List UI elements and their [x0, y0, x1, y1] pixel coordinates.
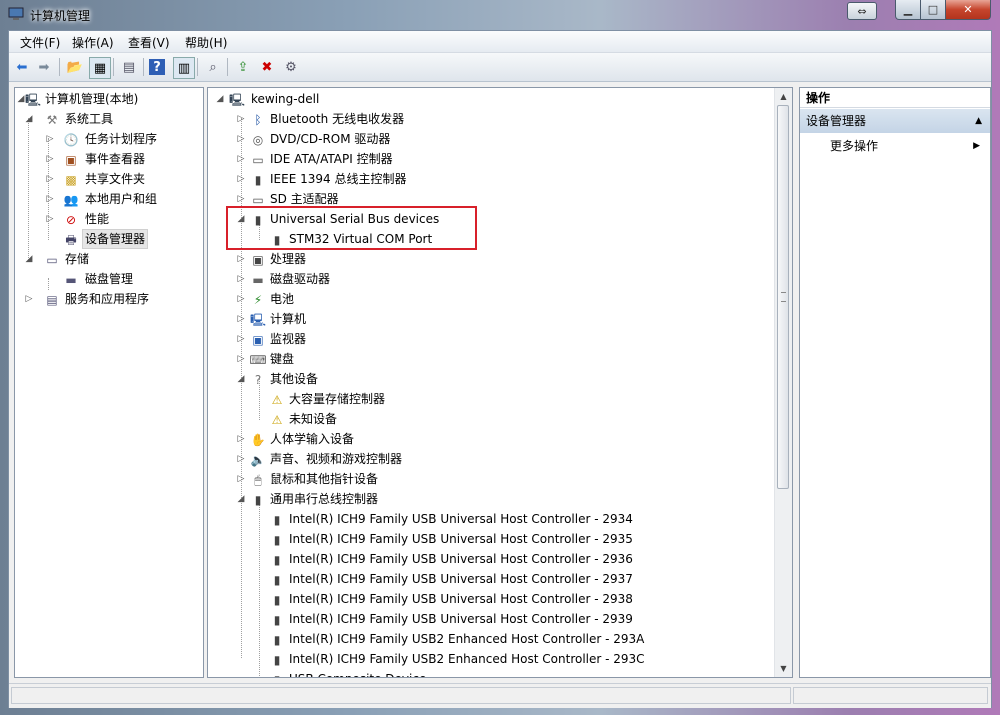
bluetooth-icon: ᛒ: [254, 112, 262, 127]
warning-device-icon: ⚠: [271, 392, 283, 407]
usb-plug-icon: ▮: [254, 172, 262, 187]
shared-folder-icon: ▩: [65, 172, 77, 187]
battery-icon: ⚡: [253, 292, 263, 307]
show-action-pane-icon[interactable]: ▥: [173, 57, 195, 79]
computer-management-window: 计算机管理 ⇔ ▁ □ ✕ 文件(F) 操作(A) 查看(V) 帮助(H) ⬅ …: [0, 0, 1000, 715]
device-manager-icon: 🖶: [65, 232, 77, 247]
console-tree: ◢ 🖳 计算机管理(本地) ◢ ⚒ 系统工具 ▷ 🕓 任务计划程序 ▷ ▣ 事件…: [14, 87, 204, 678]
status-cell: [11, 687, 791, 704]
scan-hardware-icon[interactable]: ⌕: [203, 57, 223, 77]
event-viewer-icon: ▣: [65, 152, 77, 167]
scroll-down-icon[interactable]: ▼: [775, 660, 792, 677]
submenu-arrow-icon: ▶: [973, 141, 980, 151]
more-actions-label: 更多操作: [830, 139, 879, 153]
actions-section-device-manager[interactable]: 设备管理器 ▲: [800, 109, 990, 133]
device-tree-pane: ◢ 🖳 kewing-dell ▷ ᛒ Bluetooth 无线电收发器 ▷ ◎ DVD…: [207, 87, 793, 678]
services-icon: ▤: [46, 292, 58, 307]
uninstall-device-icon[interactable]: ✖: [257, 57, 277, 77]
collapse-up-icon[interactable]: ▲: [975, 109, 982, 133]
usb-plug-icon: ▮: [269, 672, 285, 678]
performance-icon: ⊘: [65, 212, 77, 227]
keyboard-icon: ⌨: [249, 352, 267, 367]
usb-plug-icon: ▮: [273, 512, 281, 527]
speaker-icon: 🔈: [250, 452, 266, 467]
toolbar: ⬅ ➡ 📂 ▦ ▤ ? ▥ ⌕ ⇪ ✖ ⚙: [9, 53, 991, 82]
maximize-button[interactable]: □: [920, 0, 946, 20]
ide-controller-icon: ▭: [252, 152, 264, 167]
menu-file[interactable]: 文件(F): [20, 34, 60, 51]
menu-action[interactable]: 操作(A): [72, 34, 114, 51]
sd-adapter-icon: ▭: [252, 192, 264, 207]
tools-icon: ⚒: [46, 112, 58, 127]
computer-icon: 🖳: [229, 92, 246, 107]
app-icon: [8, 7, 24, 20]
usb-plug-icon: ▮: [273, 572, 281, 587]
status-bar: [9, 683, 991, 708]
actions-section-label: 设备管理器: [806, 114, 867, 128]
scroll-thumb[interactable]: [777, 105, 789, 489]
warning-device-icon: ⚠: [271, 412, 283, 427]
status-cell: [793, 687, 988, 704]
restore-size-button[interactable]: ⇔: [847, 2, 877, 20]
menu-bar: 文件(F) 操作(A) 查看(V) 帮助(H): [9, 31, 991, 53]
usb-plug-icon: ▮: [273, 592, 281, 607]
update-driver-icon[interactable]: ⇪: [233, 57, 253, 77]
clock-icon: 🕓: [63, 132, 79, 147]
usb-plug-icon: ▮: [273, 552, 281, 567]
other-devices-icon: ?: [254, 372, 262, 387]
export-list-icon[interactable]: ▤: [119, 57, 139, 77]
usb-plug-icon: ▮: [273, 612, 281, 627]
monitor-icon: ▣: [252, 332, 264, 347]
usb-plug-icon: ▮: [273, 652, 281, 667]
enable-device-icon[interactable]: ⚙: [281, 57, 301, 77]
storage-icon: ▭: [46, 252, 58, 267]
title-bar[interactable]: 计算机管理 ⇔ ▁ □ ✕: [0, 0, 1000, 30]
users-icon: 👥: [63, 192, 79, 207]
dvd-drive-icon: ◎: [252, 132, 264, 147]
disk-drive-icon: ▬: [252, 272, 264, 287]
usb-plug-icon: ▮: [273, 632, 281, 647]
disk-icon: ▬: [65, 272, 77, 287]
computer-icon: 🖳: [250, 312, 267, 327]
menu-view[interactable]: 查看(V): [128, 34, 170, 51]
help-icon[interactable]: ?: [149, 59, 165, 75]
processor-icon: ▣: [252, 252, 264, 267]
menu-help[interactable]: 帮助(H): [185, 34, 227, 51]
window-frame: 文件(F) 操作(A) 查看(V) 帮助(H) ⬅ ➡ 📂 ▦ ▤ ? ▥ ⌕ …: [8, 30, 992, 708]
vertical-scrollbar[interactable]: ▲ ▼: [774, 88, 792, 677]
hid-icon: ✋: [250, 432, 266, 447]
forward-arrow-icon[interactable]: ➡: [34, 57, 54, 77]
show-tree-icon[interactable]: ▦: [89, 57, 111, 79]
back-arrow-icon[interactable]: ⬅: [12, 57, 32, 77]
close-button[interactable]: ✕: [945, 0, 991, 20]
highlight-box: [226, 206, 477, 250]
window-title: 计算机管理: [30, 9, 91, 23]
minimize-button[interactable]: ▁: [895, 0, 921, 20]
actions-header: 操作: [800, 88, 990, 108]
computer-management-icon: 🖳: [25, 92, 42, 107]
actions-pane: 操作 设备管理器 ▲ 更多操作 ▶: [799, 87, 991, 678]
up-folder-icon[interactable]: 📂: [65, 57, 85, 77]
scroll-up-icon[interactable]: ▲: [775, 88, 792, 105]
usb-plug-icon: ▮: [254, 492, 262, 507]
mouse-icon: 🖱: [254, 472, 262, 487]
usb-plug-icon: ▮: [273, 532, 281, 547]
more-actions-item[interactable]: 更多操作 ▶: [830, 136, 980, 156]
close-icon: ✕: [963, 3, 973, 16]
